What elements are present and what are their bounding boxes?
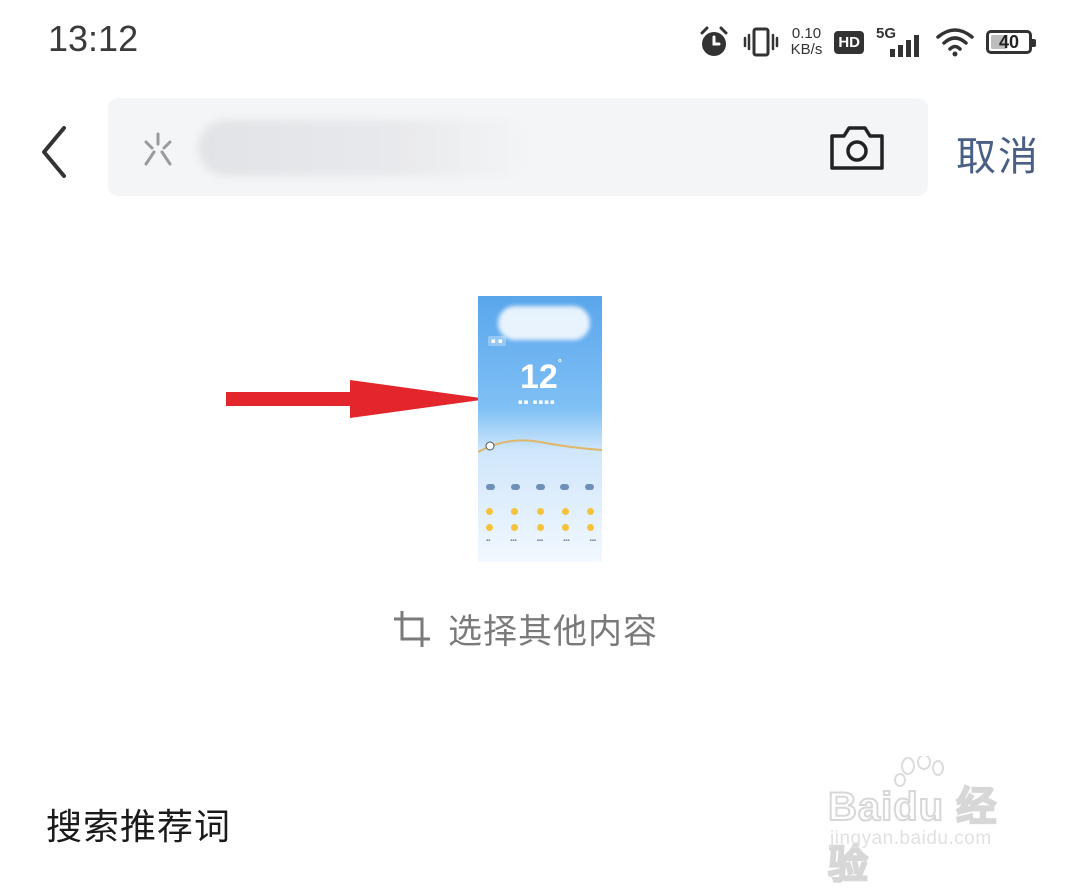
- network-speed: 0.10 KB/s: [791, 26, 823, 58]
- thumb-cloud: [498, 306, 590, 340]
- screenshot-preview[interactable]: ▪ ▪ 12° ▪▪ ▪▪▪▪ ▪▪ ▪▪▪ ▪▪▪ ▪▪▪ ▪▪▪: [478, 296, 602, 562]
- battery-level-text: 40: [998, 31, 1020, 52]
- watermark-url: jingyan.baidu.com: [830, 828, 992, 849]
- red-arrow-annotation: [226, 380, 488, 418]
- status-time: 13:12: [48, 18, 139, 59]
- alarm-icon: [697, 25, 731, 59]
- wifi-icon: [936, 27, 974, 57]
- thumb-temperature-value: 12: [520, 358, 558, 396]
- camera-icon: [830, 126, 884, 170]
- thumb-temperature: 12°: [520, 358, 562, 396]
- network-speed-value: 0.10: [791, 25, 822, 42]
- search-suggestions-title: 搜索推荐词: [46, 807, 232, 848]
- thumb-temp-curve: [478, 439, 602, 453]
- thumb-sun-row-2: [486, 524, 594, 531]
- baidu-jingyan-watermark: Baidu 经验 jingyan.baidu.com: [827, 752, 1028, 888]
- thumb-city-label: ▪ ▪: [488, 336, 506, 346]
- thumb-weather-row: [486, 484, 594, 490]
- camera-button[interactable]: [828, 124, 886, 172]
- thumb-subtitle: ▪▪ ▪▪▪▪: [518, 398, 556, 406]
- chevron-left-icon: [42, 126, 66, 178]
- status-icons: 0.10 KB/s HD 5G 40: [697, 22, 1036, 62]
- search-query-blurred[interactable]: [198, 120, 528, 176]
- status-bar: 13:12 0.10 KB/s HD 5G 40: [0, 0, 1080, 84]
- select-other-label: 选择其他内容: [448, 612, 658, 652]
- search-box[interactable]: [108, 98, 928, 196]
- thumb-times: ▪▪ ▪▪▪ ▪▪▪ ▪▪▪ ▪▪▪: [486, 538, 596, 544]
- battery-indicator: 40: [986, 30, 1036, 54]
- hd-badge: HD: [834, 30, 864, 54]
- thumb-sun-row: [486, 508, 594, 515]
- vibrate-icon: [743, 26, 779, 58]
- back-button[interactable]: [34, 122, 78, 182]
- cancel-button[interactable]: 取消: [956, 124, 1040, 182]
- signal-strength: 5G: [876, 25, 924, 57]
- select-other-content-button[interactable]: 选择其他内容: [392, 604, 658, 653]
- baidu-logo-icon: [136, 128, 180, 172]
- network-speed-unit: KB/s: [790, 41, 823, 58]
- crop-icon: [394, 610, 430, 647]
- network-type: 5G: [876, 25, 897, 42]
